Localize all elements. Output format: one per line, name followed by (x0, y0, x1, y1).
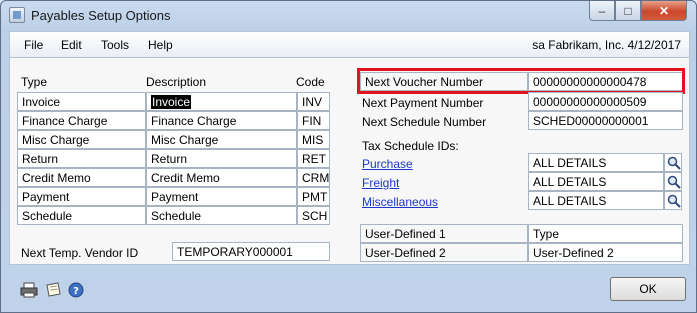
temp-vendor-label: Next Temp. Vendor ID (21, 246, 139, 260)
payables-setup-window: Payables Setup Options – □ ✕ File Edit T… (0, 0, 697, 313)
next-payment-label: Next Payment Number (362, 96, 484, 110)
header-type: Type (21, 75, 48, 89)
type-cell: Misc Charge (17, 130, 146, 149)
next-payment-input[interactable]: 00000000000000509 (528, 92, 683, 111)
code-input[interactable]: PMT (297, 187, 330, 206)
main-content: Type Description Code Invoice Invoice IN… (9, 57, 690, 265)
freight-link[interactable]: Freight (362, 176, 399, 190)
description-input[interactable]: Finance Charge (146, 111, 297, 130)
menu-file[interactable]: File (24, 38, 43, 52)
description-input[interactable]: Return (146, 149, 297, 168)
printer-icon[interactable] (20, 282, 38, 298)
note-icon[interactable] (44, 282, 62, 298)
code-input[interactable]: FIN (297, 111, 330, 130)
type-cell: Payment (17, 187, 146, 206)
purchase-link[interactable]: Purchase (362, 157, 413, 171)
tax-schedule-heading: Tax Schedule IDs: (362, 139, 459, 153)
freight-tax-input[interactable]: ALL DETAILS (528, 172, 664, 191)
purchase-tax-input[interactable]: ALL DETAILS (528, 153, 664, 172)
code-input[interactable]: INV (297, 92, 330, 111)
freight-lookup-button[interactable] (664, 172, 682, 191)
description-input[interactable]: Payment (146, 187, 297, 206)
window-title: Payables Setup Options (31, 8, 171, 23)
type-cell: Finance Charge (17, 111, 146, 130)
help-icon[interactable]: ? (68, 282, 86, 298)
description-selected-text: Invoice (151, 95, 192, 109)
ud2-input[interactable]: User-Defined 2 (528, 243, 683, 262)
misc-lookup-button[interactable] (664, 191, 682, 210)
header-code: Code (296, 75, 325, 89)
type-cell: Invoice (17, 92, 146, 111)
description-input[interactable]: Misc Charge (146, 130, 297, 149)
code-input[interactable]: CRM (297, 168, 330, 187)
close-button[interactable]: ✕ (641, 1, 687, 21)
misc-tax-input[interactable]: ALL DETAILS (528, 191, 664, 210)
description-input[interactable]: Schedule (146, 206, 297, 225)
svg-text:?: ? (73, 286, 79, 297)
menu-edit[interactable]: Edit (61, 38, 82, 52)
description-input[interactable]: Credit Memo (146, 168, 297, 187)
menu-help[interactable]: Help (148, 38, 173, 52)
purchase-lookup-button[interactable] (664, 153, 682, 172)
type-cell: Schedule (17, 206, 146, 225)
type-cell: Credit Memo (17, 168, 146, 187)
miscellaneous-link[interactable]: Miscellaneous (362, 195, 438, 209)
bottom-bar: ? OK (9, 269, 690, 307)
magnifier-icon (667, 194, 681, 208)
minimize-button[interactable]: – (589, 1, 615, 21)
app-icon (9, 7, 25, 23)
title-bar: Payables Setup Options – □ ✕ (1, 1, 696, 29)
magnifier-icon (667, 175, 681, 189)
maximize-button[interactable]: □ (615, 1, 641, 21)
menu-bar: File Edit Tools Help sa Fabrikam, Inc. 4… (9, 31, 690, 57)
highlight-box (357, 68, 685, 94)
ud1-label: User-Defined 1 (360, 224, 528, 243)
code-input[interactable]: RET (297, 149, 330, 168)
ok-button[interactable]: OK (610, 277, 686, 301)
temp-vendor-input[interactable]: TEMPORARY000001 (172, 242, 330, 261)
magnifier-icon (667, 156, 681, 170)
description-input[interactable]: Invoice (146, 92, 297, 111)
ud2-label: User-Defined 2 (360, 243, 528, 262)
code-input[interactable]: MIS (297, 130, 330, 149)
user-company-date: sa Fabrikam, Inc. 4/12/2017 (532, 38, 681, 52)
menu-tools[interactable]: Tools (101, 38, 129, 52)
next-schedule-label: Next Schedule Number (362, 115, 487, 129)
code-input[interactable]: SCH (297, 206, 330, 225)
next-schedule-input[interactable]: SCHED00000000001 (528, 111, 683, 130)
type-cell: Return (17, 149, 146, 168)
header-description: Description (146, 75, 207, 89)
ud1-input[interactable]: Type (528, 224, 683, 243)
